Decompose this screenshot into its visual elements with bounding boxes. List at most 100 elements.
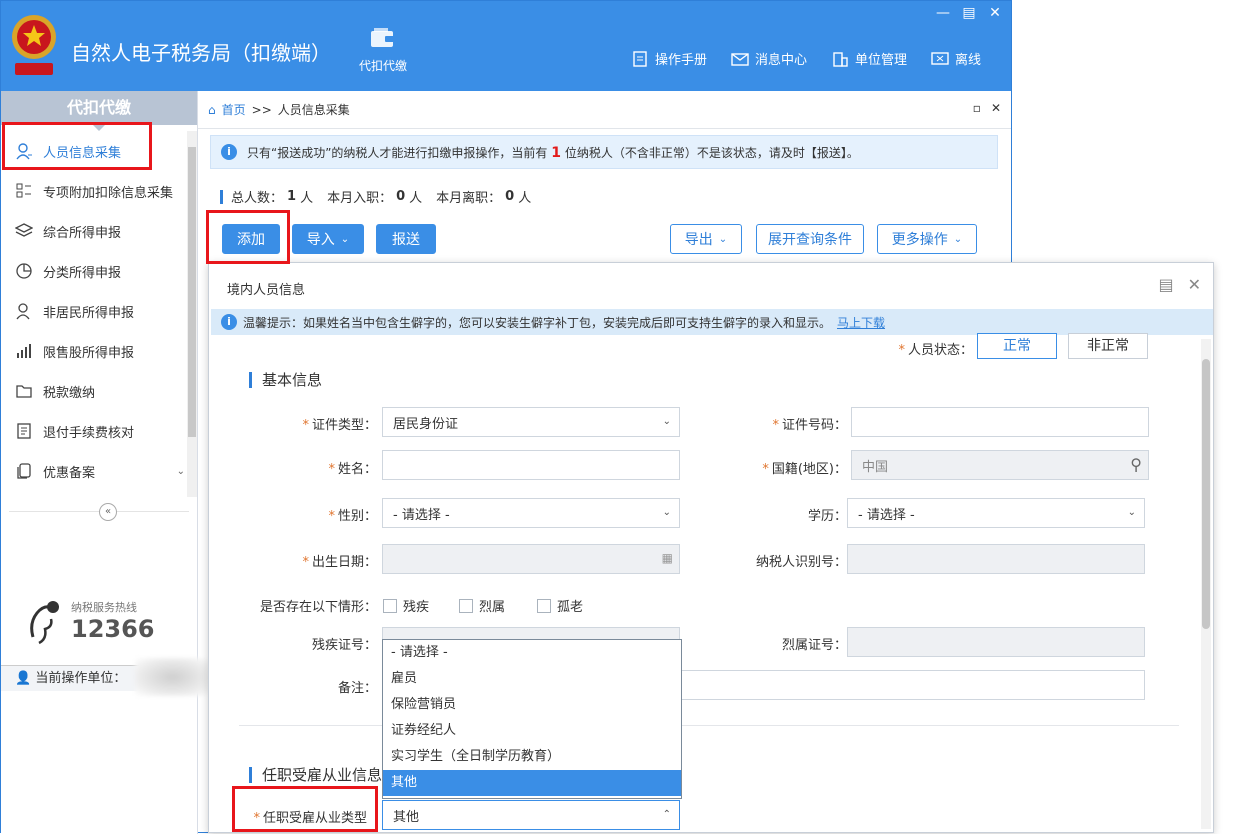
bar-chart-icon xyxy=(17,344,31,358)
dropdown-option[interactable]: - 请选择 - xyxy=(383,640,681,666)
birth-date-input[interactable]: ▦ xyxy=(382,544,680,574)
close-window-button[interactable]: ✕ xyxy=(987,5,1003,21)
highlight-add-button xyxy=(206,210,290,264)
sidebar-item-special-deduction[interactable]: 专项附加扣除信息采集 xyxy=(1,171,187,211)
sidebar-item-preferential[interactable]: 优惠备案 ⌄ xyxy=(1,451,187,491)
window-controls: — ▤ ✕ xyxy=(935,5,1003,21)
sidebar-scrollbar[interactable] xyxy=(187,131,197,497)
unit-manage-label: 单位管理 xyxy=(854,53,907,68)
id-type-select[interactable]: 居民身份证 ⌄ xyxy=(382,407,680,437)
sidebar-item-label: 专项附加扣除信息采集 xyxy=(43,185,174,201)
folder-icon xyxy=(16,385,32,398)
more-actions-button[interactable]: 更多操作 ⌄ xyxy=(877,224,977,254)
checkbox-disabled[interactable]: 残疾 xyxy=(383,596,429,615)
sidebar-item-tax-payment[interactable]: 税款缴纳 xyxy=(1,371,187,411)
employment-type-dropdown: - 请选择 - 雇员 保险营销员 证券经纪人 实习学生（全日制学历教育） 其他 xyxy=(382,639,682,799)
download-link[interactable]: 马上下载 xyxy=(837,314,885,331)
gender-label: * 性别： xyxy=(328,509,377,524)
manual-label: 操作手册 xyxy=(654,53,707,68)
person-info-dialog: 境内人员信息 ▤ ✕ i 温馨提示：如果姓名当中包含生僻字的，您可以安装生僻字补… xyxy=(208,262,1214,833)
copy-icon xyxy=(17,463,31,479)
sidebar-item-refund-fee[interactable]: 退付手续费核对 xyxy=(1,411,187,451)
martyr-no-label: 烈属证号： xyxy=(781,638,847,653)
hotline-number: 12366 xyxy=(71,615,155,643)
collapse-sidebar-button[interactable]: « xyxy=(99,503,117,521)
sidebar-item-restricted-stock[interactable]: 限售股所得申报 xyxy=(1,331,187,371)
birth-date-label: * 出生日期： xyxy=(302,555,377,570)
status-abnormal-button[interactable]: 非正常 xyxy=(1068,333,1148,359)
stats-accent xyxy=(220,189,223,204)
checkbox-box[interactable] xyxy=(537,598,551,613)
dialog-close-icon[interactable]: ✕ xyxy=(1188,275,1201,294)
total-count: 1 xyxy=(287,189,297,204)
search-icon[interactable]: ⚲ xyxy=(1130,455,1142,474)
id-number-input[interactable] xyxy=(851,407,1149,437)
unit-manage-link[interactable]: 单位管理 xyxy=(831,49,907,68)
checkbox-elderly[interactable]: 孤老 xyxy=(537,596,583,615)
breadcrumb-home[interactable]: 首页 xyxy=(222,101,246,118)
export-button[interactable]: 导出 ⌄ xyxy=(670,224,742,254)
sidebar-item-classified[interactable]: 分类所得申报 xyxy=(1,251,187,291)
employment-type-select[interactable]: 其他 ⌃ xyxy=(382,800,680,830)
manual-link[interactable]: 操作手册 xyxy=(631,49,707,68)
notice-banner: i 只有“报送成功”的纳税人才能进行扣缴申报操作，当前有 1 位纳税人（不含非正… xyxy=(210,135,998,169)
checkbox-box[interactable] xyxy=(459,598,473,613)
dialog-scrollbar[interactable] xyxy=(1201,339,1211,829)
name-input[interactable] xyxy=(382,450,680,480)
calendar-icon[interactable]: ▦ xyxy=(662,551,673,565)
status-label: * 人员状态： xyxy=(898,343,973,358)
education-select[interactable]: - 请选择 - ⌄ xyxy=(847,498,1145,528)
sidebar-item-label: 优惠备案 xyxy=(43,465,96,481)
person-outline-icon xyxy=(16,303,30,320)
taxpayer-id-label: 纳税人识别号： xyxy=(755,555,847,570)
sidebar-item-comprehensive[interactable]: 综合所得申报 xyxy=(1,211,187,251)
id-type-label: * 证件类型： xyxy=(302,418,377,433)
home-icon: ⌂ xyxy=(208,102,216,117)
section-basic-title: 基本信息 xyxy=(262,371,323,389)
tab-close-button[interactable]: ✕ xyxy=(991,101,1001,115)
nationality-input[interactable]: 中国 ⚲ xyxy=(851,450,1149,480)
breadcrumb-sep: >> xyxy=(251,102,272,117)
wallet-icon xyxy=(371,28,394,47)
dropdown-option[interactable]: 保险营销员 xyxy=(383,692,681,718)
dialog-controls: ▤ ✕ xyxy=(1158,275,1201,294)
sidebar-scroll-thumb[interactable] xyxy=(188,147,196,437)
dropdown-option[interactable]: 实习学生（全日制学历教育） xyxy=(383,744,681,770)
nationality-label: * 国籍(地区)： xyxy=(762,462,847,477)
messages-link[interactable]: 消息中心 xyxy=(731,49,807,68)
checkbox-box[interactable] xyxy=(383,598,397,613)
chevron-up-icon: ⌃ xyxy=(662,809,671,820)
nav-withholding-label: 代扣代缴 xyxy=(358,59,407,73)
tab-restore-button[interactable]: ▫ xyxy=(973,101,981,115)
messages-label: 消息中心 xyxy=(754,53,807,68)
dropdown-option[interactable]: 雇员 xyxy=(383,666,681,692)
dropdown-option[interactable]: 证券经纪人 xyxy=(383,718,681,744)
minimize-button[interactable]: — xyxy=(935,5,951,21)
id-number-label: * 证件号码： xyxy=(772,418,847,433)
maximize-button[interactable]: ▤ xyxy=(961,5,977,21)
checkbox-martyr[interactable]: 烈属 xyxy=(459,596,505,615)
sidebar-item-nonresident[interactable]: 非居民所得申报 xyxy=(1,291,187,331)
education-label: 学历： xyxy=(807,509,847,524)
report-button[interactable]: 报送 xyxy=(376,224,436,254)
expand-query-button[interactable]: 展开查询条件 xyxy=(756,224,864,254)
gender-select[interactable]: - 请选择 - ⌄ xyxy=(382,498,680,528)
chevron-down-icon: ⌄ xyxy=(340,233,350,245)
nav-withholding[interactable]: 代扣代缴 xyxy=(353,27,413,74)
status-normal-button[interactable]: 正常 xyxy=(977,333,1057,359)
dialog-restore-icon[interactable]: ▤ xyxy=(1158,275,1173,294)
dialog-scroll-thumb[interactable] xyxy=(1202,359,1210,629)
name-label: * 姓名： xyxy=(328,462,377,477)
top-links: 操作手册 消息中心 单位管理 离线 xyxy=(631,49,981,68)
offline-link[interactable]: 离线 xyxy=(931,49,981,68)
remark-label: 备注： xyxy=(337,681,377,696)
sidebar-item-label: 分类所得申报 xyxy=(43,265,122,281)
notice-count: 1 xyxy=(551,144,562,161)
dropdown-option-selected[interactable]: 其他 xyxy=(383,770,681,796)
import-button[interactable]: 导入 ⌄ xyxy=(292,224,364,254)
taxpayer-id-input[interactable] xyxy=(847,544,1145,574)
martyr-no-input[interactable] xyxy=(847,627,1145,657)
chevron-down-icon: ⌄ xyxy=(176,465,185,477)
highlight-sidebar-item xyxy=(2,122,152,170)
situation-label: 是否存在以下情形： xyxy=(259,600,377,615)
